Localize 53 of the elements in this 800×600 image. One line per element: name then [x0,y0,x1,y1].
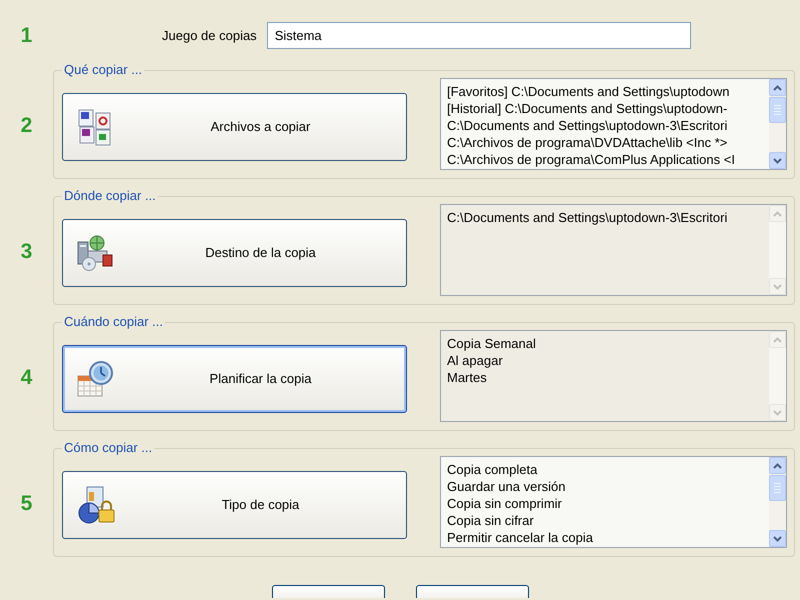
list-item[interactable]: Guardar una versión [447,478,566,495]
list-item[interactable]: Al apagar [447,352,503,369]
list-item[interactable]: Copia completa [447,461,538,478]
scroll-down-button[interactable] [769,152,786,169]
section-number: 3 [20,239,34,262]
section-button[interactable]: Planificar la copia [62,345,407,413]
field-label: Juego de copias [162,26,257,45]
list-item[interactable]: Copia sin comprimir [447,495,562,512]
chevron-up-icon [773,336,782,342]
section-title: Cómo copiar ... [63,440,154,456]
list-item[interactable]: C:\Archivos de programa\DVDAttache\lib <Inc *> [447,134,728,151]
chevron-up-icon [773,462,782,468]
list-box[interactable] [440,78,787,170]
chevron-down-icon [773,536,782,542]
section-number: 5 [20,491,34,514]
dialog-button[interactable] [416,585,528,598]
section-number: 4 [20,365,34,388]
list-item[interactable]: Copia sin cifrar [447,512,534,529]
section-title: Cuándo copiar ... [63,314,164,330]
scrollbar[interactable] [769,457,786,547]
list-item[interactable]: [Favoritos] C:\Documents and Settings\uptodown [447,83,730,100]
list-item[interactable]: C:\Documents and Settings\uptodown-3\Escritori [447,209,728,226]
section-number: 1 [20,25,34,46]
section-number: 2 [20,113,34,136]
section-button[interactable]: Destino de la copia [62,219,407,287]
list-item[interactable]: [Historial] C:\Documents and Settings\uptodown- [447,100,728,117]
chevron-down-icon [773,284,782,290]
scroll-down-button[interactable] [769,530,786,547]
list-item[interactable]: Martes [447,369,487,386]
list-item[interactable]: C:\Archivos de programa\ComPlus Applications <I [447,151,735,168]
scrollbar-thumb[interactable] [769,475,786,501]
chevron-down-icon [773,410,782,416]
list-item[interactable]: Copia Semanal [447,335,536,352]
chevron-down-icon [773,158,782,164]
dialog-button[interactable] [272,585,384,598]
calendar-clock-icon [75,359,115,399]
section-button[interactable]: Tipo de copia [62,471,407,539]
drives-icon [75,233,115,273]
text-field[interactable]: Sistema [266,22,691,49]
list-box[interactable]: Copia completa Guardar una versión Copia sin comprimir Copia sin cifrar Permitir cancelar la copia [440,456,787,548]
list-item[interactable]: C:\Documents and Settings\uptodown-3\Escritori [447,117,728,134]
list-item[interactable]: Permitir cancelar la copia [447,529,593,546]
chevron-up-icon [773,210,782,216]
scroll-up-button[interactable] [769,457,786,474]
list-box[interactable]: Copia Semanal Al apagar Martes [440,330,787,422]
section-button[interactable]: Archivos a copiar [62,93,407,161]
scrollbar-thumb[interactable] [769,97,786,123]
scrollbar[interactable] [769,79,786,169]
section-title: Dónde copiar ... [63,188,157,204]
scroll-up-button[interactable] [769,79,786,96]
list-box[interactable]: C:\Documents and Settings\uptodown-3\Escritori [440,204,787,296]
chevron-up-icon [773,84,782,90]
section-title: Qué copiar ... [63,62,144,78]
